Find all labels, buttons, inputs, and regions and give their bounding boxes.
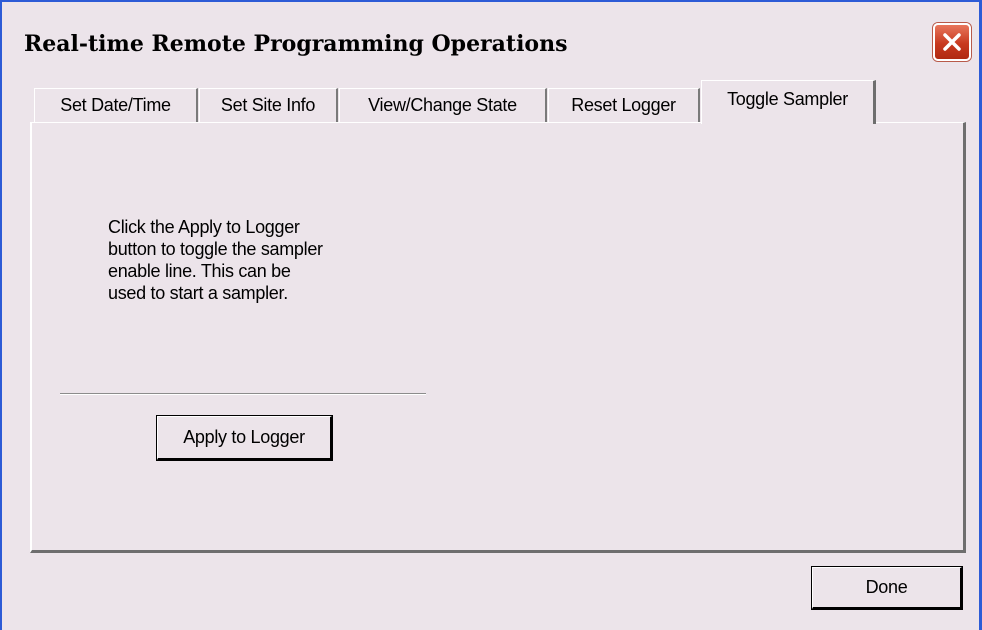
instructions-line: enable line. This can be (108, 261, 291, 281)
instructions-line: Click the Apply to Logger (108, 217, 300, 237)
tab-set-site-info[interactable]: Set Site Info (199, 88, 338, 122)
window-title: Real-time Remote Programming Operations (24, 31, 568, 57)
tab-set-date-time[interactable]: Set Date/Time (34, 88, 198, 122)
separator-line (60, 393, 426, 395)
title-bar[interactable]: Real-time Remote Programming Operations (2, 2, 979, 84)
tab-toggle-sampler[interactable]: Toggle Sampler (701, 80, 876, 124)
close-button[interactable] (933, 23, 971, 61)
instructions-text: Click the Apply to Logger button to togg… (108, 216, 408, 304)
instructions-line: used to start a sampler. (108, 283, 288, 303)
tab-panel-toggle-sampler (30, 122, 966, 553)
done-button[interactable]: Done (811, 566, 963, 610)
tab-reset-logger[interactable]: Reset Logger (548, 88, 700, 122)
tab-view-change-state[interactable]: View/Change State (339, 88, 547, 122)
instructions-line: button to toggle the sampler (108, 239, 323, 259)
apply-to-logger-button[interactable]: Apply to Logger (156, 415, 333, 461)
close-x-icon (943, 33, 961, 51)
